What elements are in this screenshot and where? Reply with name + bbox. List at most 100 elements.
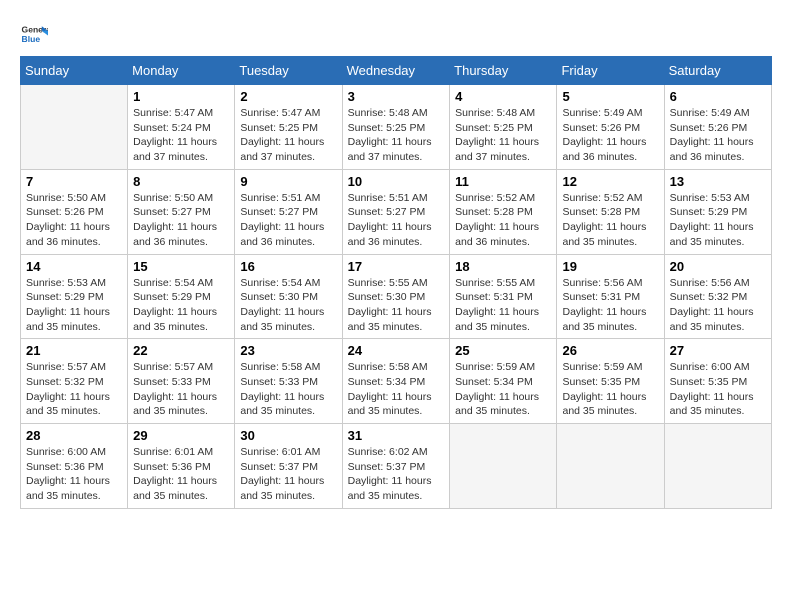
day-info: Sunrise: 5:48 AM Sunset: 5:25 PM Dayligh… <box>348 106 445 165</box>
day-number: 25 <box>455 343 551 358</box>
weekday-wednesday: Wednesday <box>342 57 450 85</box>
day-number: 31 <box>348 428 445 443</box>
day-number: 23 <box>240 343 336 358</box>
day-number: 14 <box>26 259 122 274</box>
calendar-week-3: 14 Sunrise: 5:53 AM Sunset: 5:29 PM Dayli… <box>21 254 772 339</box>
calendar-cell: 24Sunrise: 5:58 AM Sunset: 5:34 PM Dayli… <box>342 339 450 424</box>
day-info: Sunrise: 5:49 AM Sunset: 5:26 PM Dayligh… <box>562 106 658 165</box>
logo-icon: General Blue <box>20 20 48 48</box>
calendar-cell: 14 Sunrise: 5:53 AM Sunset: 5:29 PM Dayli… <box>21 254 128 339</box>
calendar-cell: 22 Sunrise: 5:57 AM Sunset: 5:33 PM Dayli… <box>128 339 235 424</box>
calendar-cell: 30Sunrise: 6:01 AM Sunset: 5:37 PM Dayli… <box>235 424 342 509</box>
day-info: Sunrise: 6:01 AM Sunset: 5:37 PM Dayligh… <box>240 445 336 504</box>
day-number: 12 <box>562 174 658 189</box>
calendar-week-5: 28 Sunrise: 6:00 AM Sunset: 5:36 PM Dayli… <box>21 424 772 509</box>
logo: General Blue <box>20 20 48 48</box>
calendar-week-1: 1 Sunrise: 5:47 AM Sunset: 5:24 PM Daylig… <box>21 85 772 170</box>
day-info: Sunrise: 5:59 AM Sunset: 5:34 PM Dayligh… <box>455 360 551 419</box>
page-header: General Blue <box>20 20 772 48</box>
calendar-cell <box>21 85 128 170</box>
day-number: 21 <box>26 343 122 358</box>
day-info: Sunrise: 5:58 AM Sunset: 5:33 PM Dayligh… <box>240 360 336 419</box>
calendar-body: 1 Sunrise: 5:47 AM Sunset: 5:24 PM Daylig… <box>21 85 772 509</box>
day-info: Sunrise: 5:47 AM Sunset: 5:25 PM Dayligh… <box>240 106 336 165</box>
calendar-cell: 23 Sunrise: 5:58 AM Sunset: 5:33 PM Dayli… <box>235 339 342 424</box>
svg-text:Blue: Blue <box>22 34 41 44</box>
calendar-week-4: 21 Sunrise: 5:57 AM Sunset: 5:32 PM Dayli… <box>21 339 772 424</box>
day-info: Sunrise: 5:55 AM Sunset: 5:31 PM Dayligh… <box>455 276 551 335</box>
day-info: Sunrise: 6:00 AM Sunset: 5:35 PM Dayligh… <box>670 360 766 419</box>
calendar-cell <box>664 424 771 509</box>
day-info: Sunrise: 5:57 AM Sunset: 5:33 PM Dayligh… <box>133 360 229 419</box>
day-number: 26 <box>562 343 658 358</box>
day-info: Sunrise: 6:01 AM Sunset: 5:36 PM Dayligh… <box>133 445 229 504</box>
calendar-cell: 31 Sunrise: 6:02 AM Sunset: 5:37 PM Dayli… <box>342 424 450 509</box>
weekday-header-row: SundayMondayTuesdayWednesdayThursdayFrid… <box>21 57 772 85</box>
day-info: Sunrise: 5:53 AM Sunset: 5:29 PM Dayligh… <box>670 191 766 250</box>
day-info: Sunrise: 5:58 AM Sunset: 5:34 PM Dayligh… <box>348 360 445 419</box>
calendar-table: SundayMondayTuesdayWednesdayThursdayFrid… <box>20 56 772 509</box>
day-info: Sunrise: 5:50 AM Sunset: 5:26 PM Dayligh… <box>26 191 122 250</box>
weekday-sunday: Sunday <box>21 57 128 85</box>
day-number: 5 <box>562 89 658 104</box>
calendar-cell: 18Sunrise: 5:55 AM Sunset: 5:31 PM Dayli… <box>450 254 557 339</box>
day-info: Sunrise: 5:51 AM Sunset: 5:27 PM Dayligh… <box>348 191 445 250</box>
calendar-cell: 29 Sunrise: 6:01 AM Sunset: 5:36 PM Dayli… <box>128 424 235 509</box>
calendar-week-2: 7 Sunrise: 5:50 AM Sunset: 5:26 PM Daylig… <box>21 169 772 254</box>
day-info: Sunrise: 5:54 AM Sunset: 5:30 PM Dayligh… <box>240 276 336 335</box>
calendar-cell: 26 Sunrise: 5:59 AM Sunset: 5:35 PM Dayli… <box>557 339 664 424</box>
day-number: 19 <box>562 259 658 274</box>
calendar-cell: 28 Sunrise: 6:00 AM Sunset: 5:36 PM Dayli… <box>21 424 128 509</box>
calendar-cell: 10 Sunrise: 5:51 AM Sunset: 5:27 PM Dayli… <box>342 169 450 254</box>
weekday-saturday: Saturday <box>664 57 771 85</box>
day-number: 4 <box>455 89 551 104</box>
day-info: Sunrise: 5:47 AM Sunset: 5:24 PM Dayligh… <box>133 106 229 165</box>
day-info: Sunrise: 5:49 AM Sunset: 5:26 PM Dayligh… <box>670 106 766 165</box>
day-number: 17 <box>348 259 445 274</box>
day-info: Sunrise: 5:52 AM Sunset: 5:28 PM Dayligh… <box>562 191 658 250</box>
day-number: 1 <box>133 89 229 104</box>
day-number: 2 <box>240 89 336 104</box>
weekday-friday: Friday <box>557 57 664 85</box>
day-info: Sunrise: 6:00 AM Sunset: 5:36 PM Dayligh… <box>26 445 122 504</box>
calendar-cell: 13 Sunrise: 5:53 AM Sunset: 5:29 PM Dayli… <box>664 169 771 254</box>
day-info: Sunrise: 5:53 AM Sunset: 5:29 PM Dayligh… <box>26 276 122 335</box>
calendar-cell: 25 Sunrise: 5:59 AM Sunset: 5:34 PM Dayli… <box>450 339 557 424</box>
day-number: 29 <box>133 428 229 443</box>
calendar-cell <box>557 424 664 509</box>
calendar-cell: 12 Sunrise: 5:52 AM Sunset: 5:28 PM Dayli… <box>557 169 664 254</box>
calendar-cell: 15 Sunrise: 5:54 AM Sunset: 5:29 PM Dayli… <box>128 254 235 339</box>
day-number: 10 <box>348 174 445 189</box>
day-number: 9 <box>240 174 336 189</box>
day-info: Sunrise: 6:02 AM Sunset: 5:37 PM Dayligh… <box>348 445 445 504</box>
day-number: 13 <box>670 174 766 189</box>
calendar-cell <box>450 424 557 509</box>
day-info: Sunrise: 5:59 AM Sunset: 5:35 PM Dayligh… <box>562 360 658 419</box>
day-number: 28 <box>26 428 122 443</box>
calendar-cell: 5 Sunrise: 5:49 AM Sunset: 5:26 PM Daylig… <box>557 85 664 170</box>
day-number: 7 <box>26 174 122 189</box>
day-info: Sunrise: 5:56 AM Sunset: 5:31 PM Dayligh… <box>562 276 658 335</box>
day-info: Sunrise: 5:48 AM Sunset: 5:25 PM Dayligh… <box>455 106 551 165</box>
calendar-cell: 2 Sunrise: 5:47 AM Sunset: 5:25 PM Daylig… <box>235 85 342 170</box>
day-info: Sunrise: 5:54 AM Sunset: 5:29 PM Dayligh… <box>133 276 229 335</box>
calendar-cell: 9Sunrise: 5:51 AM Sunset: 5:27 PM Daylig… <box>235 169 342 254</box>
day-number: 11 <box>455 174 551 189</box>
day-info: Sunrise: 5:56 AM Sunset: 5:32 PM Dayligh… <box>670 276 766 335</box>
calendar-cell: 3 Sunrise: 5:48 AM Sunset: 5:25 PM Daylig… <box>342 85 450 170</box>
weekday-monday: Monday <box>128 57 235 85</box>
calendar-cell: 8Sunrise: 5:50 AM Sunset: 5:27 PM Daylig… <box>128 169 235 254</box>
calendar-cell: 19 Sunrise: 5:56 AM Sunset: 5:31 PM Dayli… <box>557 254 664 339</box>
day-info: Sunrise: 5:52 AM Sunset: 5:28 PM Dayligh… <box>455 191 551 250</box>
calendar-cell: 16 Sunrise: 5:54 AM Sunset: 5:30 PM Dayli… <box>235 254 342 339</box>
day-number: 3 <box>348 89 445 104</box>
day-info: Sunrise: 5:57 AM Sunset: 5:32 PM Dayligh… <box>26 360 122 419</box>
day-number: 22 <box>133 343 229 358</box>
weekday-tuesday: Tuesday <box>235 57 342 85</box>
calendar-cell: 4 Sunrise: 5:48 AM Sunset: 5:25 PM Daylig… <box>450 85 557 170</box>
day-info: Sunrise: 5:50 AM Sunset: 5:27 PM Dayligh… <box>133 191 229 250</box>
calendar-cell: 6Sunrise: 5:49 AM Sunset: 5:26 PM Daylig… <box>664 85 771 170</box>
calendar-cell: 17Sunrise: 5:55 AM Sunset: 5:30 PM Dayli… <box>342 254 450 339</box>
day-number: 16 <box>240 259 336 274</box>
day-number: 15 <box>133 259 229 274</box>
